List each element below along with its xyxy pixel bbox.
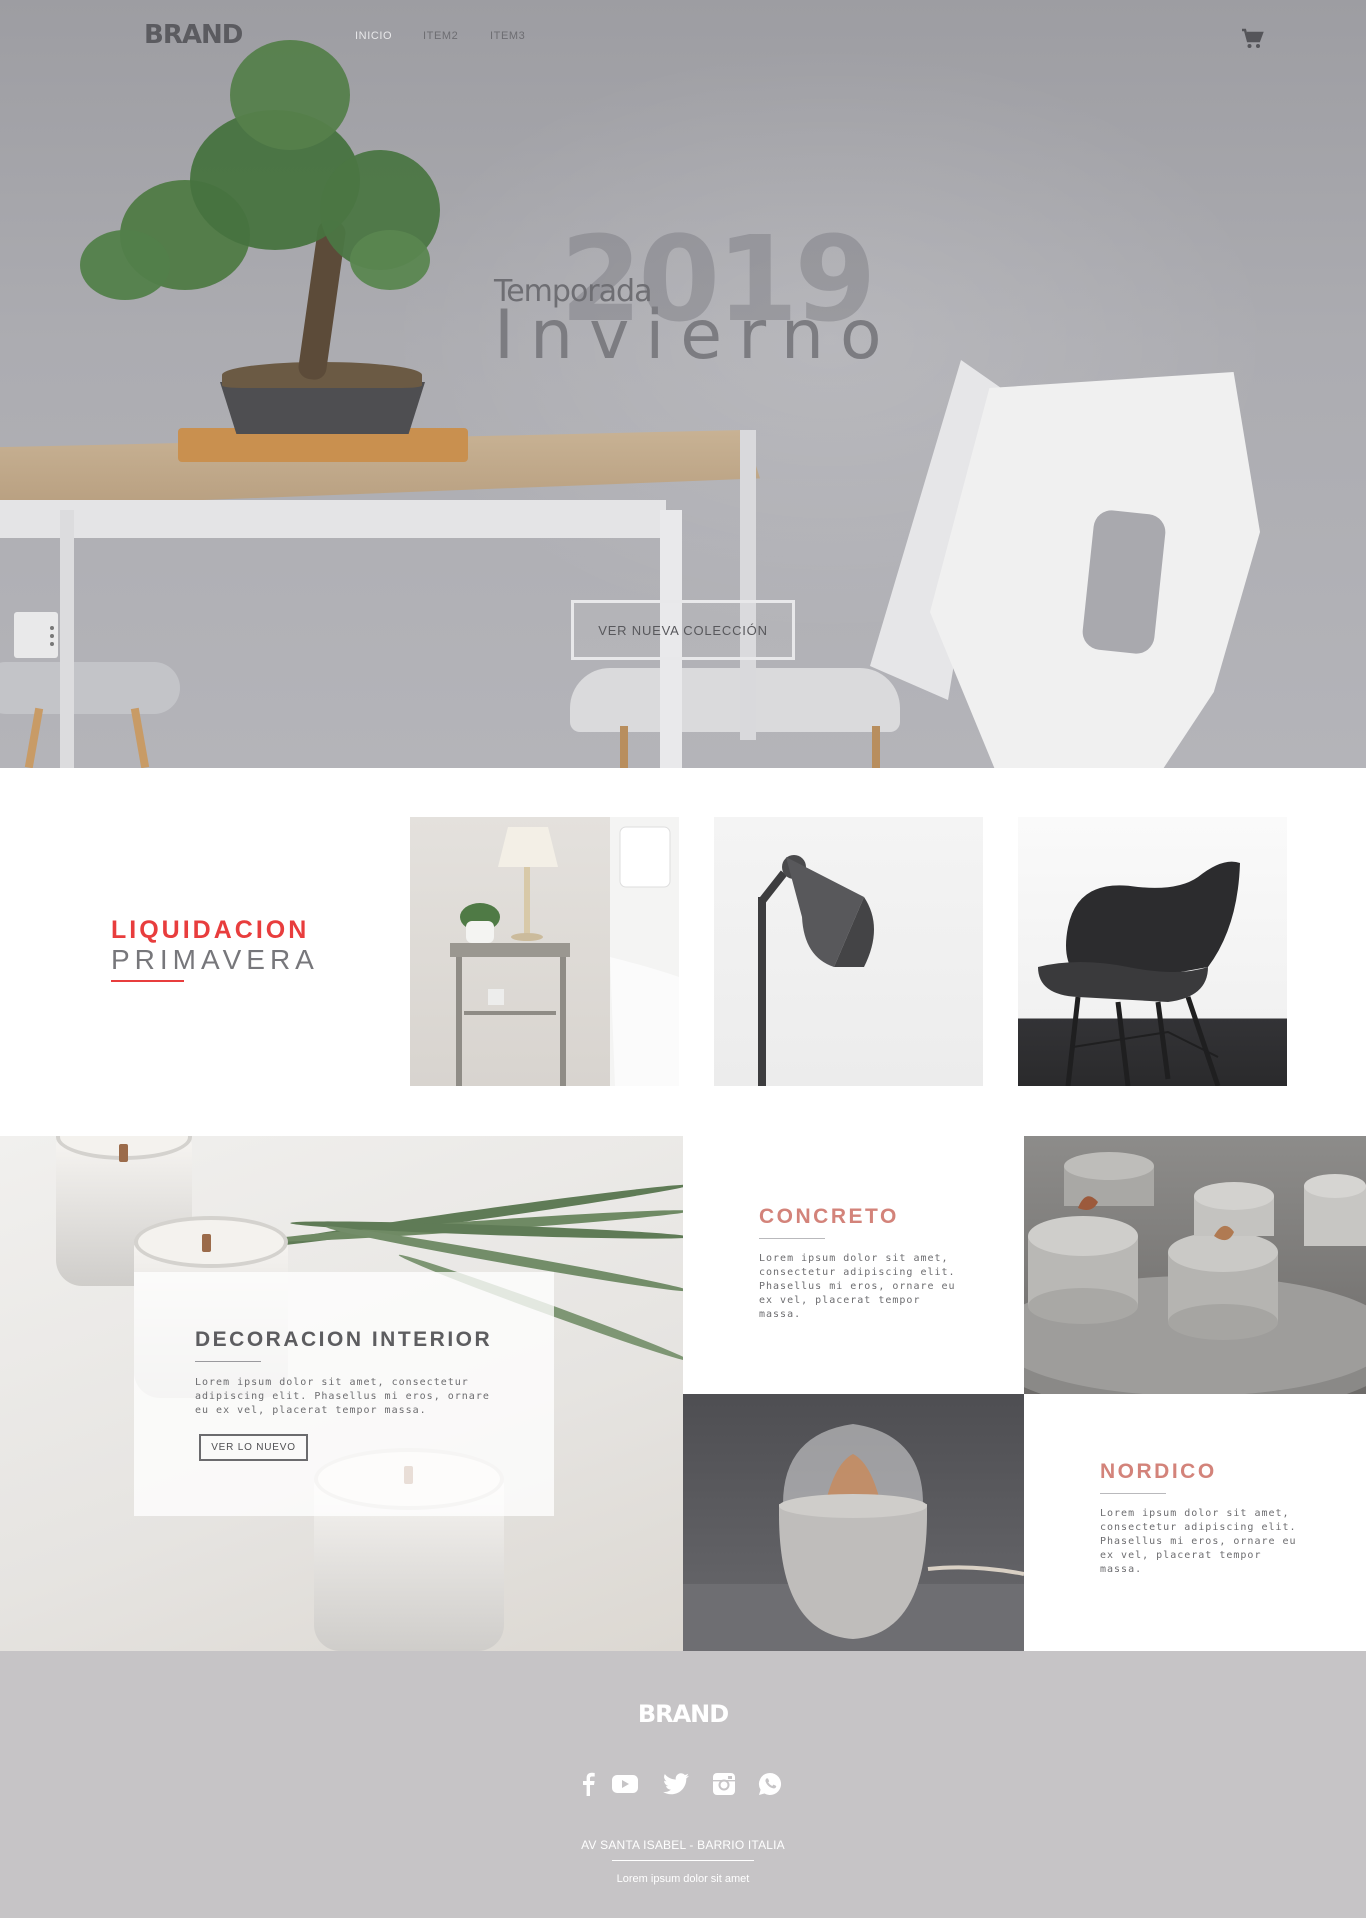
bonsai-foliage — [350, 230, 430, 290]
facebook-icon[interactable] — [574, 1770, 602, 1798]
nordico-description: Lorem ipsum dolor sit amet, consectetur … — [1100, 1508, 1297, 1575]
footer-tagline: Lorem ipsum dolor sit amet — [616, 1873, 750, 1885]
table-leg — [740, 430, 756, 740]
nav-item-inicio[interactable]: INICIO — [355, 30, 392, 42]
footer-brand-logo[interactable]: BRAND — [0, 1700, 1366, 1728]
hero-banner: BRAND INICIO ITEM2 ITEM3 2019 Temporada … — [0, 0, 1366, 768]
brand-logo[interactable]: BRAND — [144, 20, 243, 50]
concrete-containers-image — [1024, 1136, 1366, 1394]
new-collection-button[interactable]: VER NUEVA COLECCIÓN — [571, 600, 795, 660]
decoration-description: Lorem ipsum dolor sit amet, consectetur … — [195, 1377, 490, 1416]
nordico-title: NORDICO — [1100, 1460, 1217, 1483]
concreto-underline — [759, 1238, 825, 1239]
table-frame — [0, 500, 666, 538]
sale-subtitle: PRIMAVERA — [111, 944, 319, 975]
nightstand-image — [450, 817, 679, 1086]
sale-underline — [111, 980, 184, 982]
shopping-cart-icon[interactable] — [1240, 28, 1264, 50]
product-tile-nightstand[interactable] — [410, 817, 679, 1086]
chair-cutout — [1080, 508, 1168, 656]
bulb-lamp-image — [683, 1394, 1024, 1651]
bonsai-pot — [220, 382, 425, 434]
stool-leg — [130, 707, 150, 768]
chair-seat — [570, 668, 900, 732]
concreto-description: Lorem ipsum dolor sit amet, consectetur … — [759, 1253, 956, 1320]
decoration-title: DECORACION INTERIOR — [195, 1328, 493, 1351]
floor-lamp-image — [758, 855, 874, 1086]
wall-switch — [14, 612, 58, 658]
see-new-button[interactable]: VER LO NUEVO — [199, 1434, 308, 1461]
footer-divider — [612, 1860, 754, 1861]
concreto-title: CONCRETO — [759, 1205, 899, 1228]
product-tile-lamp[interactable] — [714, 817, 983, 1086]
sale-title: LIQUIDACION — [111, 916, 310, 944]
bonsai-foliage — [230, 40, 350, 150]
stool-leg — [24, 707, 44, 768]
product-tile-chair[interactable] — [1018, 817, 1287, 1086]
twitter-icon[interactable] — [662, 1770, 690, 1798]
bonsai-foliage — [80, 230, 170, 300]
nordico-underline — [1100, 1493, 1166, 1494]
instagram-icon[interactable] — [710, 1770, 738, 1798]
nav-item-item3[interactable]: ITEM3 — [490, 30, 525, 42]
season-name: Invierno — [494, 296, 898, 375]
armchair-image — [1038, 861, 1240, 1086]
decoration-underline — [195, 1361, 261, 1362]
table-leg — [60, 510, 74, 768]
whatsapp-icon[interactable] — [756, 1770, 784, 1798]
stool-seat — [0, 662, 180, 714]
nav-item-item2[interactable]: ITEM2 — [423, 30, 458, 42]
youtube-icon[interactable] — [612, 1770, 638, 1798]
footer-address: AV SANTA ISABEL - BARRIO ITALIA — [581, 1838, 785, 1852]
